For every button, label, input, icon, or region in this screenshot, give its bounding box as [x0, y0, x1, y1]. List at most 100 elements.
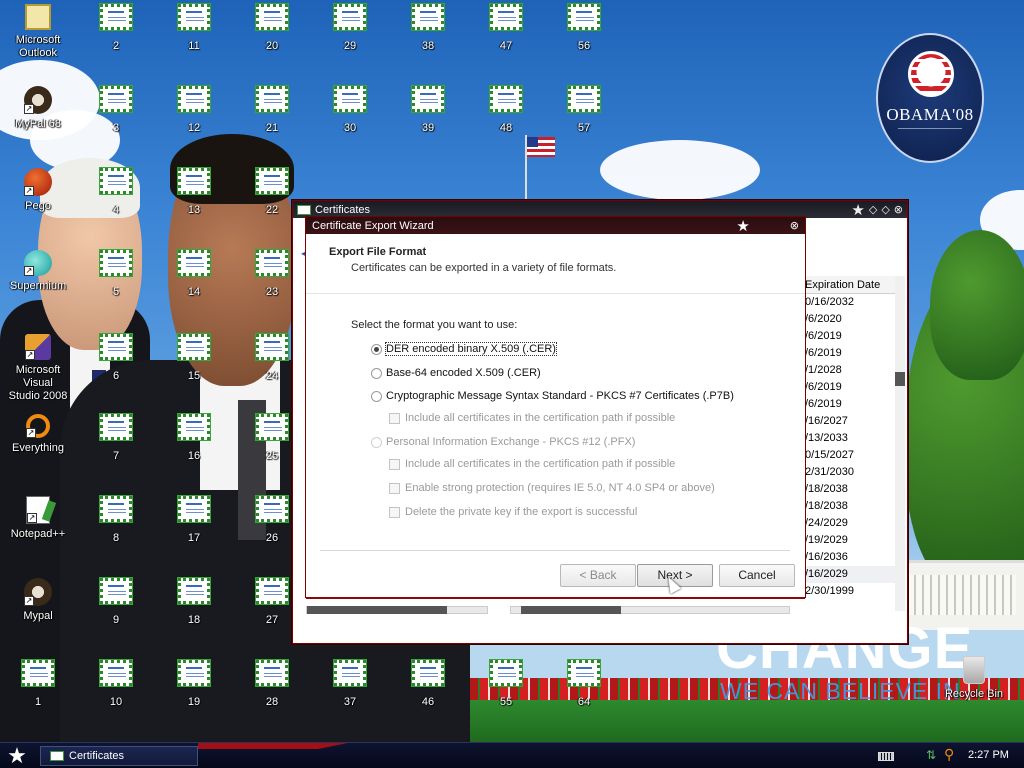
desktop-icon-cert[interactable]: 10 [78, 659, 154, 709]
search-icon[interactable]: ⚲ [944, 746, 958, 762]
desktop-icon-cert[interactable]: 11 [156, 3, 232, 53]
desktop-icon-cert[interactable]: 47 [468, 3, 544, 53]
horizontal-scrollbar-left[interactable] [306, 606, 488, 614]
desktop-icon-supermium[interactable]: ↗ Supermium [0, 250, 76, 293]
back-button[interactable]: < Back [560, 564, 636, 587]
desktop-icon-cert[interactable]: 19 [156, 659, 232, 709]
desktop-icon-cert[interactable]: 57 [546, 85, 622, 135]
desktop-icon-cert[interactable]: 64 [546, 659, 622, 709]
vertical-scrollbar[interactable] [895, 276, 905, 611]
desktop-icon-cert[interactable]: 18 [156, 577, 232, 627]
radio-pfx[interactable]: Personal Information Exchange - PKCS #12… [371, 436, 635, 448]
desktop-icon-cert[interactable]: 2 [78, 3, 154, 53]
desktop-icon-cert[interactable]: 55 [468, 659, 544, 709]
keyboard-icon[interactable] [878, 752, 894, 761]
desktop-icon-cert[interactable]: 56 [546, 3, 622, 53]
certificate-row-expiration[interactable]: /1/2028 [795, 362, 895, 379]
desktop-icon-cert[interactable]: 6 [78, 333, 154, 383]
desktop-icon-cert[interactable]: 46 [390, 659, 466, 709]
start-button[interactable]: ★ [5, 745, 29, 767]
certificate-row-expiration[interactable]: /13/2033 [795, 430, 895, 447]
network-icon[interactable]: ⇅ [926, 748, 940, 762]
radio-pkcs7[interactable]: Cryptographic Message Syntax Standard - … [371, 390, 734, 402]
desktop-icon-cert[interactable]: 15 [156, 333, 232, 383]
desktop-icon-cert[interactable]: 17 [156, 495, 232, 545]
certificate-row-expiration[interactable]: /18/2038 [795, 481, 895, 498]
button-separator [320, 550, 790, 551]
checkbox-pfx-include-all[interactable]: Include all certificates in the certific… [389, 458, 675, 470]
taskbar-item-certificates[interactable]: Certificates [40, 746, 198, 766]
certificate-row-expiration[interactable]: /6/2019 [795, 379, 895, 396]
checkbox-pkcs7-include-all[interactable]: Include all certificates in the certific… [389, 412, 675, 424]
scroll-thumb[interactable] [521, 606, 621, 614]
desktop-icon-cert[interactable]: 7 [78, 413, 154, 463]
desktop-icon-pego[interactable]: ↗ Pego [0, 168, 76, 213]
clock[interactable]: 2:27 PM [968, 749, 1009, 761]
desktop-icon-cert[interactable]: 4 [78, 167, 154, 217]
certificate-row-expiration[interactable]: /6/2019 [795, 328, 895, 345]
desktop-icon-cert[interactable]: 9 [78, 577, 154, 627]
certificate-row-expiration[interactable]: /24/2029 [795, 515, 895, 532]
certificate-list[interactable]: Expiration Date 0/16/2032/6/2020/6/2019/… [795, 276, 895, 611]
desktop-icon-visual-studio[interactable]: ↗ Microsoft Visual Studio 2008 [0, 334, 76, 403]
desktop-icon-cert[interactable]: 39 [390, 85, 466, 135]
desktop-icon-cert-1[interactable]: 1 [0, 659, 76, 709]
certificate-row-expiration[interactable]: /6/2019 [795, 396, 895, 413]
checkbox-icon [389, 458, 400, 470]
desktop-icon-mypal68[interactable]: ↗ MyPal 68 [0, 86, 76, 131]
checkbox-pfx-strong-protection[interactable]: Enable strong protection (requires IE 5.… [389, 482, 715, 494]
certificate-row-expiration[interactable]: 0/16/2032 [795, 294, 895, 311]
wizard-close-button[interactable]: ⊗ [790, 219, 799, 232]
desktop-icon-recycle-bin[interactable]: Recycle Bin [936, 656, 1012, 701]
scroll-thumb[interactable] [895, 372, 905, 386]
certificate-row-expiration[interactable]: /16/2027 [795, 413, 895, 430]
certificate-row-expiration[interactable]: /18/2038 [795, 498, 895, 515]
certificate-row-expiration[interactable]: 2/31/2030 [795, 464, 895, 481]
certificate-icon [177, 167, 211, 195]
desktop-icon-cert[interactable]: 5 [78, 249, 154, 299]
close-button[interactable]: ⊗ [894, 203, 903, 216]
certificate-export-wizard: Certificate Export Wizard ★ ⊗ Export Fil… [305, 216, 806, 599]
wizard-titlebar[interactable]: Certificate Export Wizard ★ ⊗ [306, 217, 805, 235]
certificate-row-expiration[interactable]: 0/15/2027 [795, 447, 895, 464]
radio-selected-icon [371, 343, 382, 355]
radio-base64[interactable]: Base-64 encoded X.509 (.CER) [371, 367, 541, 379]
certificates-window-icon [297, 204, 311, 215]
desktop-icon-cert[interactable]: 3 [78, 85, 154, 135]
desktop-icon-label: 57 [577, 122, 591, 134]
certificate-row-expiration[interactable]: 2/30/1999 [795, 583, 895, 600]
desktop-icon-cert[interactable]: 38 [390, 3, 466, 53]
radio-icon [371, 436, 382, 448]
desktop-icon-cert[interactable]: 37 [312, 659, 388, 709]
desktop-icon-cert[interactable]: 20 [234, 3, 310, 53]
certificate-row-expiration[interactable]: /6/2019 [795, 345, 895, 362]
desktop-icon-outlook[interactable]: Microsoft Outlook [0, 4, 76, 60]
desktop-icon-cert[interactable]: 12 [156, 85, 232, 135]
certificate-row-expiration[interactable]: /6/2020 [795, 311, 895, 328]
desktop-icon-cert[interactable]: 21 [234, 85, 310, 135]
horizontal-scrollbar-right[interactable] [510, 606, 790, 614]
desktop-icon-cert[interactable]: 14 [156, 249, 232, 299]
desktop-icon-cert[interactable]: 8 [78, 495, 154, 545]
desktop-icon-cert[interactable]: 13 [156, 167, 232, 217]
certificate-row-expiration[interactable]: /16/2029 [795, 566, 895, 583]
desktop-icon-everything[interactable]: ↗ Everything [0, 414, 76, 455]
certificate-row-expiration[interactable]: /19/2029 [795, 532, 895, 549]
desktop-icon-cert[interactable]: 28 [234, 659, 310, 709]
desktop-icon-notepadpp[interactable]: ↗ Notepad++ [0, 496, 76, 541]
desktop-icon-cert[interactable]: 30 [312, 85, 388, 135]
desktop-icon-mypal[interactable]: ↗ Mypal [0, 578, 76, 623]
desktop-icon-label: 18 [187, 614, 201, 626]
maximize-button[interactable]: ◇ [881, 203, 889, 216]
radio-der[interactable]: DER encoded binary X.509 (.CER) [371, 342, 557, 356]
checkbox-pfx-delete-key[interactable]: Delete the private key if the export is … [389, 506, 637, 518]
desktop-icon-cert[interactable]: 29 [312, 3, 388, 53]
scroll-thumb[interactable] [307, 606, 447, 614]
desktop-icon-label: 11 [188, 40, 200, 52]
minimize-button[interactable]: ◇ [869, 203, 877, 216]
desktop-icon-cert[interactable]: 48 [468, 85, 544, 135]
column-header-expiration[interactable]: Expiration Date [795, 276, 895, 294]
cancel-button[interactable]: Cancel [719, 564, 795, 587]
desktop-icon-cert[interactable]: 16 [156, 413, 232, 463]
certificate-row-expiration[interactable]: /16/2036 [795, 549, 895, 566]
